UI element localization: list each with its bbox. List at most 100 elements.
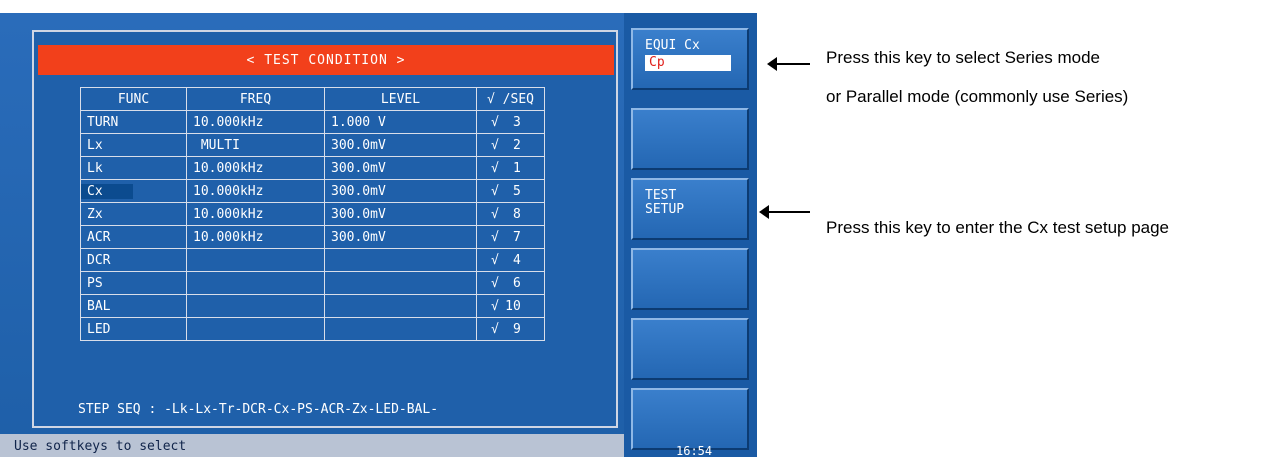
setup-arrow-icon — [759, 205, 810, 219]
cell-freq — [186, 317, 325, 341]
cell-level: 300.0mV — [324, 156, 477, 180]
cell-freq — [186, 271, 325, 295]
seq-number: 10 — [505, 298, 521, 314]
cell-seq[interactable]: √ 5 — [476, 179, 545, 203]
column-header-func: FUNC — [80, 87, 187, 111]
seq-number: 8 — [513, 206, 521, 222]
table-row[interactable]: Lx MULTI 300.0mV √ 2 — [80, 133, 545, 157]
cell-seq[interactable]: √ 10 — [476, 294, 545, 318]
table-header-row: FUNC FREQ LEVEL √ /SEQ — [80, 87, 545, 111]
func-label: DCR — [87, 252, 111, 268]
seq-number: 6 — [513, 275, 521, 291]
cell-freq — [186, 294, 325, 318]
softkey-6[interactable] — [631, 388, 749, 450]
cell-func[interactable]: DCR — [80, 248, 187, 272]
column-header-freq: FREQ — [186, 87, 325, 111]
table-row[interactable]: ACR 10.000kHz 300.0mV √ 7 — [80, 225, 545, 249]
screen-top-strip — [0, 0, 757, 13]
test-setup-label-line2: SETUP — [645, 202, 685, 217]
cell-func[interactable]: ACR — [80, 225, 187, 249]
cell-func[interactable]: TURN — [80, 110, 187, 134]
check-mark-icon: √ — [491, 321, 499, 337]
cell-level: 300.0mV — [324, 133, 477, 157]
seq-number: 3 — [513, 114, 521, 130]
func-label: BAL — [87, 298, 111, 314]
func-label: PS — [87, 275, 103, 291]
cell-seq[interactable]: √ 7 — [476, 225, 545, 249]
table-row[interactable]: TURN 10.000kHz 1.000 V √ 3 — [80, 110, 545, 134]
test-condition-table: FUNC FREQ LEVEL √ /SEQ TURN 10.000kHz 1.00… — [80, 87, 545, 341]
cell-seq[interactable]: √ 8 — [476, 202, 545, 226]
cell-func[interactable]: PS — [80, 271, 187, 295]
cell-func[interactable]: Lk — [80, 156, 187, 180]
cell-level: 300.0mV — [324, 225, 477, 249]
clock: 16:54 — [676, 444, 713, 457]
equi-note-line1: Press this key to select Series mode — [826, 48, 1101, 67]
cell-seq[interactable]: √ 3 — [476, 110, 545, 134]
table-row[interactable]: Zx 10.000kHz 300.0mV √ 8 — [80, 202, 545, 226]
cell-seq[interactable]: √ 9 — [476, 317, 545, 341]
cell-level — [324, 248, 477, 272]
softkey-4[interactable] — [631, 248, 749, 310]
check-mark-icon: √ — [491, 252, 499, 268]
cell-level: 300.0mV — [324, 179, 477, 203]
check-mark-icon: √ — [491, 298, 499, 314]
test-setup-label-line1: TEST — [645, 188, 677, 203]
cell-func[interactable]: Lx — [80, 133, 187, 157]
func-label: Lk — [87, 160, 103, 176]
table-row[interactable]: Cx 10.000kHz 300.0mV √ 5 — [80, 179, 545, 203]
cell-func[interactable]: Cx — [80, 179, 187, 203]
cell-func[interactable]: Zx — [80, 202, 187, 226]
cell-freq: 10.000kHz — [186, 202, 325, 226]
seq-number: 7 — [513, 229, 521, 245]
cell-freq: 10.000kHz — [186, 110, 325, 134]
seq-number: 5 — [513, 183, 521, 199]
func-label: ACR — [87, 229, 111, 245]
softkey-2[interactable] — [631, 108, 749, 170]
cell-seq[interactable]: √ 1 — [476, 156, 545, 180]
cell-level — [324, 317, 477, 341]
func-label: TURN — [87, 114, 119, 130]
table-row[interactable]: DCR √ 4 — [80, 248, 545, 272]
cell-seq[interactable]: √ 2 — [476, 133, 545, 157]
cell-seq[interactable]: √ 6 — [476, 271, 545, 295]
cell-func[interactable]: BAL — [80, 294, 187, 318]
cell-freq: MULTI — [186, 133, 325, 157]
seq-number: 9 — [513, 321, 521, 337]
table-row[interactable]: BAL √ 10 — [80, 294, 545, 318]
func-label: Lx — [87, 137, 103, 153]
table-row[interactable]: Lk 10.000kHz 300.0mV √ 1 — [80, 156, 545, 180]
cell-level — [324, 271, 477, 295]
cell-seq[interactable]: √ 4 — [476, 248, 545, 272]
equi-cx-softkey[interactable]: EQUI Cx Cp — [631, 28, 749, 90]
cell-freq: 10.000kHz — [186, 225, 325, 249]
table-row[interactable]: PS √ 6 — [80, 271, 545, 295]
func-label: Cx — [81, 183, 133, 199]
func-label: Zx — [87, 206, 103, 222]
softkey-5[interactable] — [631, 318, 749, 380]
cell-freq — [186, 248, 325, 272]
equi-cx-label: EQUI Cx — [645, 38, 700, 53]
check-mark-icon: √ — [491, 206, 499, 222]
equi-note-line2: or Parallel mode (commonly use Series) — [826, 87, 1129, 106]
page-title: < TEST CONDITION > — [38, 45, 614, 75]
seq-number: 2 — [513, 137, 521, 153]
check-mark-icon: √ — [491, 137, 499, 153]
cell-level: 300.0mV — [324, 202, 477, 226]
cell-freq: 10.000kHz — [186, 156, 325, 180]
check-mark-icon: √ — [491, 160, 499, 176]
table-row[interactable]: LED √ 9 — [80, 317, 545, 341]
check-mark-icon: √ — [491, 183, 499, 199]
equi-cx-value: Cp — [645, 55, 731, 71]
column-header-seq: √ /SEQ — [476, 87, 545, 111]
cell-freq: 10.000kHz — [186, 179, 325, 203]
cell-level — [324, 294, 477, 318]
equi-arrow-icon — [767, 57, 810, 71]
check-mark-icon: √ — [491, 275, 499, 291]
test-setup-softkey[interactable]: TEST SETUP — [631, 178, 749, 240]
status-message: Use softkeys to select — [14, 439, 187, 454]
setup-note: Press this key to enter the Cx test setu… — [826, 218, 1170, 237]
seq-number: 4 — [513, 252, 521, 268]
cell-func[interactable]: LED — [80, 317, 187, 341]
seq-number: 1 — [513, 160, 521, 176]
